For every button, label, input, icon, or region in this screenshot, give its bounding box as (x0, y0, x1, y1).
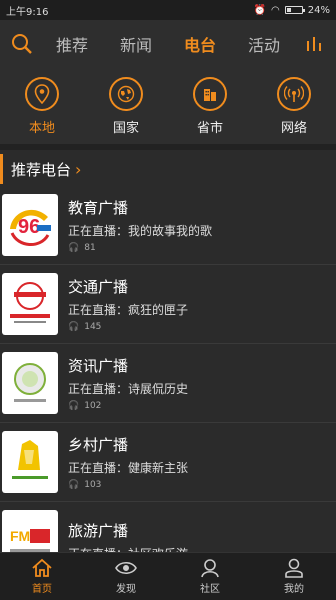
headphones-icon: 🎧 (68, 480, 80, 490)
listener-count-value: 145 (84, 322, 102, 332)
station-logo (2, 273, 58, 335)
tab-recommend[interactable]: 推荐 (56, 32, 88, 56)
station-name: 乡村广播 (68, 436, 129, 454)
community-icon (201, 559, 219, 578)
eye-icon (115, 561, 137, 575)
category-label: 网络 (280, 120, 307, 136)
list-item[interactable]: 乡村广播 正在直播：健康新主张 🎧 103 (0, 423, 336, 502)
nav-discover[interactable]: 发现 (84, 553, 168, 600)
station-logo (2, 431, 58, 493)
category-label: 省市 (196, 120, 223, 136)
category-label: 本地 (28, 120, 55, 136)
battery-percent: 24% (307, 4, 330, 16)
globe-icon (109, 76, 143, 111)
building-icon (193, 76, 227, 111)
listener-count: 🎧 102 (68, 401, 336, 411)
status-time: 上午9:16 (6, 6, 49, 18)
station-name: 旅游广播 (68, 522, 129, 540)
svg-text:96: 96 (18, 216, 40, 238)
station-name: 教育广播 (68, 199, 129, 217)
tab-bar: 推荐 新闻 电台 活动 (36, 32, 300, 56)
alarm-icon: ⏰ (253, 4, 267, 16)
category-province[interactable]: 省市 (175, 76, 245, 136)
status-icons: ⏰ ◠ 24% (254, 5, 330, 16)
nav-label: 社区 (200, 584, 220, 595)
listener-count: 🎧 103 (68, 480, 336, 490)
broadcast-icon (277, 76, 311, 111)
station-list: 96 教育广播 正在直播：我的故事我的歌 🎧 81 交通广播 正在直播：疯狂的匣… (0, 184, 336, 581)
bottom-nav: 首页 发现 社区 我的 (0, 552, 336, 600)
station-info: 教育广播 正在直播：我的故事我的歌 🎧 81 (58, 197, 336, 253)
chevron-right-icon: › (75, 159, 82, 179)
category-network[interactable]: 网络 (259, 76, 329, 136)
category-local[interactable]: 本地 (7, 76, 77, 136)
listener-count: 🎧 81 (68, 243, 336, 253)
listener-count-value: 103 (84, 480, 102, 490)
tab-radio[interactable]: 电台 (184, 32, 216, 56)
list-item[interactable]: 资讯广播 正在直播：诗展侃历史 🎧 102 (0, 344, 336, 423)
section-divider (0, 144, 336, 150)
station-name: 资讯广播 (68, 357, 129, 375)
battery-icon (284, 6, 305, 14)
station-now-playing: 正在直播：健康新主张 (68, 461, 189, 475)
nav-home[interactable]: 首页 (0, 553, 84, 600)
nav-profile[interactable]: 我的 (252, 553, 336, 600)
station-now-playing: 正在直播：疯狂的匣子 (68, 303, 189, 317)
listener-count: 🎧 145 (68, 322, 336, 332)
section-header-recommended[interactable]: 推荐电台 › (0, 154, 336, 184)
nav-community[interactable]: 社区 (168, 553, 252, 600)
wifi-icon: ◠ (271, 4, 280, 16)
category-country[interactable]: 国家 (91, 76, 161, 136)
category-row: 本地 国家 省市 网络 (0, 68, 336, 144)
tab-activity[interactable]: 活动 (248, 32, 280, 56)
user-icon (285, 558, 303, 578)
status-bar: 上午9:16 ⏰ ◠ 24% (0, 0, 336, 20)
tab-news[interactable]: 新闻 (120, 32, 152, 56)
station-info: 交通广播 正在直播：疯狂的匣子 🎧 145 (58, 276, 336, 332)
station-now-playing: 正在直播：诗展侃历史 (68, 382, 189, 396)
listener-count-value: 102 (84, 401, 102, 411)
top-nav: 推荐 新闻 电台 活动 (0, 20, 336, 68)
section-title: 推荐电台 (11, 160, 72, 179)
list-item[interactable]: 交通广播 正在直播：疯狂的匣子 🎧 145 (0, 265, 336, 344)
home-icon (32, 558, 52, 577)
headphones-icon: 🎧 (68, 401, 80, 411)
station-info: 资讯广播 正在直播：诗展侃历史 🎧 102 (58, 355, 336, 411)
nav-label: 发现 (116, 584, 136, 595)
search-icon[interactable] (8, 30, 36, 58)
headphones-icon: 🎧 (68, 243, 80, 253)
nav-label: 首页 (32, 584, 52, 595)
nav-label: 我的 (284, 584, 304, 595)
station-logo: 96 (2, 194, 58, 256)
listener-count-value: 81 (84, 243, 96, 253)
headphones-icon: 🎧 (68, 322, 80, 332)
station-now-playing: 正在直播：我的故事我的歌 (68, 224, 213, 238)
equalizer-icon[interactable] (300, 30, 328, 58)
station-logo (2, 352, 58, 414)
svg-text:FM: FM (10, 528, 30, 544)
station-name: 交通广播 (68, 278, 129, 296)
list-item[interactable]: 96 教育广播 正在直播：我的故事我的歌 🎧 81 (0, 186, 336, 265)
category-label: 国家 (112, 120, 139, 136)
station-info: 乡村广播 正在直播：健康新主张 🎧 103 (58, 434, 336, 490)
location-icon (25, 76, 59, 111)
